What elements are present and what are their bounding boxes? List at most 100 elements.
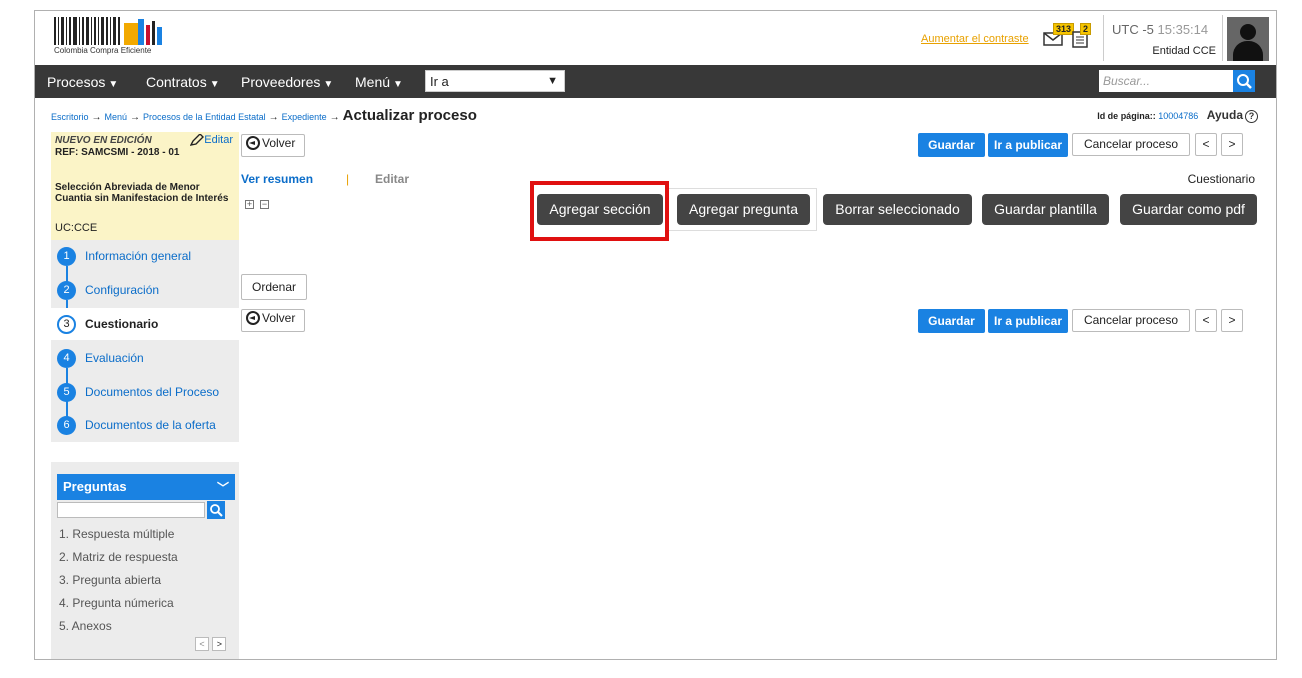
question-type-item[interactable]: 2. Matriz de respuesta	[59, 550, 178, 573]
tab-separator: |	[346, 172, 350, 186]
help-icon: ?	[1245, 110, 1258, 123]
step-configuracion[interactable]: 2 Configuración	[51, 274, 239, 306]
questions-pager: < >	[195, 636, 227, 651]
caret-down-icon: ▼	[393, 79, 403, 90]
borrar-seleccionado-button[interactable]: Borrar seleccionado	[823, 194, 972, 225]
ordenar-button[interactable]: Ordenar	[241, 274, 307, 300]
page-id-value[interactable]: 10004786	[1158, 111, 1198, 121]
help-link[interactable]: Ayuda?	[1206, 108, 1258, 123]
expand-all-icon[interactable]: +	[245, 200, 254, 209]
question-type-list: 1. Respuesta múltiple 2. Matriz de respu…	[59, 527, 178, 642]
prev-page-button[interactable]: <	[195, 637, 209, 651]
step-evaluacion[interactable]: 4 Evaluación	[51, 342, 239, 374]
question-type-item[interactable]: 5. Anexos	[59, 619, 178, 642]
question-type-item[interactable]: 1. Respuesta múltiple	[59, 527, 178, 550]
step-label: Cuestionario	[85, 317, 159, 331]
nav-label: Procesos	[47, 74, 106, 90]
global-search-input[interactable]: Buscar...	[1099, 70, 1233, 92]
nav-label: Menú	[355, 74, 391, 90]
nav-procesos[interactable]: Procesos ▼	[47, 74, 118, 90]
goto-select[interactable]: Ir a ▼	[425, 70, 565, 92]
questions-search-input[interactable]	[57, 502, 205, 518]
volver-label: Volver	[262, 135, 296, 150]
help-label: Ayuda	[1206, 108, 1243, 122]
edit-process-link[interactable]: Editar	[189, 133, 233, 147]
process-unit: UC:CCE	[55, 222, 98, 234]
arrow-right-icon: →	[329, 112, 340, 123]
volver-button-bottom[interactable]: Volver	[241, 309, 305, 332]
cancelar-proceso-button-bottom[interactable]: Cancelar proceso	[1072, 309, 1190, 332]
process-reference: REF: SAMCSMI - 2018 - 01	[55, 147, 180, 158]
process-description: Selección Abreviada de Menor Cuantia sin…	[55, 182, 229, 204]
user-avatar[interactable]	[1227, 17, 1269, 61]
ir-a-publicar-button-bottom[interactable]: Ir a publicar	[988, 309, 1068, 333]
step-number: 1	[57, 247, 76, 266]
utc-label: UTC -5	[1112, 22, 1154, 37]
guardar-como-pdf-button[interactable]: Guardar como pdf	[1120, 194, 1257, 225]
questions-panel-header[interactable]: Preguntas ﹀	[57, 474, 235, 500]
breadcrumb-menu[interactable]: Menú	[105, 112, 128, 122]
process-sidebar: NUEVO EN EDICIÓN Editar REF: SAMCSMI - 2…	[51, 132, 239, 659]
step-label: Configuración	[85, 283, 160, 297]
ir-a-publicar-button-top[interactable]: Ir a publicar	[988, 133, 1068, 157]
guardar-button-bottom[interactable]: Guardar	[918, 309, 985, 333]
agregar-pregunta-button[interactable]: Agregar pregunta	[677, 194, 810, 225]
arrow-right-icon: →	[130, 112, 141, 123]
nav-contratos[interactable]: Contratos ▼	[146, 74, 220, 90]
chevron-down-icon: ﹀	[216, 481, 229, 495]
step-label: Evaluación	[85, 351, 144, 365]
process-steps: 1 Información general 2 Configuración 3 …	[51, 240, 239, 442]
next-button-top[interactable]: >	[1221, 133, 1243, 156]
search-icon[interactable]	[207, 501, 225, 519]
back-arrow-icon	[246, 135, 260, 150]
cancelar-proceso-button-top[interactable]: Cancelar proceso	[1072, 133, 1190, 156]
tree-controls: + −	[245, 199, 275, 209]
colombia-compra-logo[interactable]: Colombia Compra Eficiente	[52, 17, 167, 57]
caret-down-icon: ▼	[323, 79, 334, 90]
step-documentos-proceso[interactable]: 5 Documentos del Proceso	[51, 376, 239, 408]
step-cuestionario[interactable]: 3 Cuestionario	[51, 308, 239, 340]
page-id-label: Id de página::	[1097, 111, 1156, 121]
step-number: 2	[57, 281, 76, 300]
next-button-bottom[interactable]: >	[1221, 309, 1243, 332]
questions-panel-title: Preguntas	[63, 479, 127, 494]
breadcrumb-expediente[interactable]: Expediente	[282, 112, 327, 122]
increase-contrast-link[interactable]: Aumentar el contraste	[921, 33, 1029, 45]
prev-button-top[interactable]: <	[1195, 133, 1217, 156]
arrow-right-icon: →	[91, 112, 102, 123]
section-label: Cuestionario	[1187, 172, 1255, 186]
questions-panel: Preguntas ﹀ 1. Respuesta múltiple 2. Mat…	[51, 462, 239, 659]
search-icon[interactable]	[1233, 70, 1255, 92]
app-window: Colombia Compra Eficiente Aumentar el co…	[34, 10, 1277, 660]
timezone-clock: UTC -5 15:35:14	[1112, 22, 1208, 37]
prev-button-bottom[interactable]: <	[1195, 309, 1217, 332]
volver-label: Volver	[262, 310, 296, 325]
breadcrumb-escritorio[interactable]: Escritorio	[51, 112, 89, 122]
breadcrumb: Escritorio → Menú → Procesos de la Entidad E…	[51, 107, 477, 124]
back-arrow-icon	[246, 310, 260, 325]
next-page-button[interactable]: >	[212, 637, 227, 651]
tab-editar[interactable]: Editar	[375, 172, 409, 186]
caret-down-icon: ▼	[209, 79, 220, 90]
nav-proveedores[interactable]: Proveedores ▼	[241, 74, 333, 90]
question-type-item[interactable]: 3. Pregunta abierta	[59, 573, 178, 596]
nav-menu[interactable]: Menú ▼	[355, 74, 403, 90]
step-informacion-general[interactable]: 1 Información general	[51, 240, 239, 272]
breadcrumb-procesos[interactable]: Procesos de la Entidad Estatal	[143, 112, 266, 122]
dropdown-arrow-icon: ▼	[547, 75, 558, 87]
nav-label: Contratos	[146, 74, 207, 90]
question-type-item[interactable]: 4. Pregunta númerica	[59, 596, 178, 619]
step-documentos-oferta[interactable]: 6 Documentos de la oferta	[51, 409, 239, 441]
tab-ver-resumen[interactable]: Ver resumen	[241, 172, 313, 186]
collapse-all-icon[interactable]: −	[260, 200, 269, 209]
avatar-head-icon	[1240, 24, 1256, 40]
guardar-button-top[interactable]: Guardar	[918, 133, 985, 157]
page-id-info: Id de página:: 10004786 Ayuda?	[1097, 108, 1258, 123]
step-label: Documentos del Proceso	[85, 385, 220, 399]
search-placeholder: Buscar...	[1103, 74, 1150, 88]
step-number: 5	[57, 383, 76, 402]
highlight-box	[530, 181, 669, 241]
guardar-plantilla-button[interactable]: Guardar plantilla	[982, 194, 1109, 225]
main-nav-bar: Procesos ▼ Contratos ▼ Proveedores ▼ Menú ▼ …	[35, 65, 1276, 98]
volver-button-top[interactable]: Volver	[241, 134, 305, 157]
